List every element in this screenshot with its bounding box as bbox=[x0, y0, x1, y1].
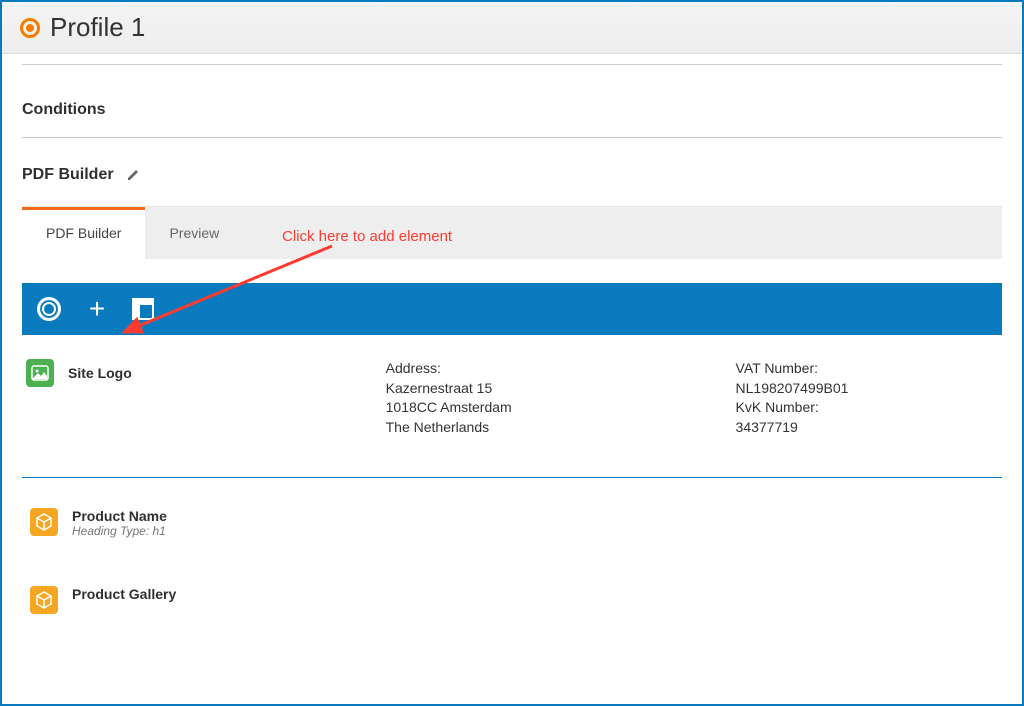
divider-conditions bbox=[22, 137, 1002, 138]
page-title: Profile 1 bbox=[50, 12, 145, 43]
site-logo-label: Site Logo bbox=[68, 365, 132, 381]
package-icon bbox=[30, 508, 58, 536]
toolbar-circle-icon[interactable] bbox=[36, 296, 62, 322]
builder-row-1[interactable]: Site Logo Address: Kazernestraat 15 1018… bbox=[22, 353, 1002, 467]
element-product-gallery[interactable]: Product Gallery bbox=[26, 582, 180, 618]
builder-canvas: Site Logo Address: Kazernestraat 15 1018… bbox=[22, 335, 1002, 618]
vat-value: NL198207499B01 bbox=[736, 379, 998, 399]
product-name-subtitle: Heading Type: h1 bbox=[72, 524, 167, 538]
row1-col-vat[interactable]: VAT Number: NL198207499B01 KvK Number: 3… bbox=[736, 359, 998, 437]
package-icon bbox=[30, 586, 58, 614]
tab-bar: PDF Builder Preview bbox=[22, 206, 1002, 259]
add-element-button[interactable]: + bbox=[84, 296, 110, 322]
builder-row-2[interactable]: Product Name Heading Type: h1 bbox=[22, 498, 1002, 566]
plus-icon: + bbox=[89, 295, 105, 323]
product-name-label: Product Name bbox=[72, 508, 167, 524]
address-line2: 1018CC Amsterdam bbox=[386, 398, 736, 418]
section-pdfbuilder-heading-row: PDF Builder bbox=[22, 156, 1002, 206]
page-header: Profile 1 bbox=[2, 2, 1022, 54]
row1-col-logo: Site Logo bbox=[26, 359, 386, 437]
tab-preview[interactable]: Preview bbox=[145, 207, 243, 259]
kvk-label: KvK Number: bbox=[736, 398, 998, 418]
edit-icon[interactable] bbox=[126, 168, 140, 182]
element-product-name[interactable]: Product Name Heading Type: h1 bbox=[26, 504, 171, 542]
image-icon bbox=[26, 359, 54, 387]
builder-row-3[interactable]: Product Gallery bbox=[22, 566, 1002, 618]
content-area: Conditions PDF Builder PDF Builder Previ… bbox=[2, 54, 1022, 638]
layout-button[interactable] bbox=[132, 298, 154, 320]
app-logo-icon bbox=[20, 18, 40, 38]
kvk-value: 34377719 bbox=[736, 418, 998, 438]
divider-top bbox=[22, 64, 1002, 65]
row-divider-1 bbox=[22, 477, 1002, 478]
product-gallery-label: Product Gallery bbox=[72, 586, 176, 602]
vat-label: VAT Number: bbox=[736, 359, 998, 379]
element-site-logo[interactable]: Site Logo bbox=[26, 359, 132, 387]
builder-toolbar: + bbox=[22, 283, 1002, 335]
row1-col-address[interactable]: Address: Kazernestraat 15 1018CC Amsterd… bbox=[386, 359, 736, 437]
section-conditions-heading[interactable]: Conditions bbox=[22, 83, 1002, 137]
address-line3: The Netherlands bbox=[386, 418, 736, 438]
tab-pdf-builder[interactable]: PDF Builder bbox=[22, 207, 145, 259]
pdfbuilder-heading: PDF Builder bbox=[22, 166, 114, 184]
address-label: Address: bbox=[386, 359, 736, 379]
address-line1: Kazernestraat 15 bbox=[386, 379, 736, 399]
